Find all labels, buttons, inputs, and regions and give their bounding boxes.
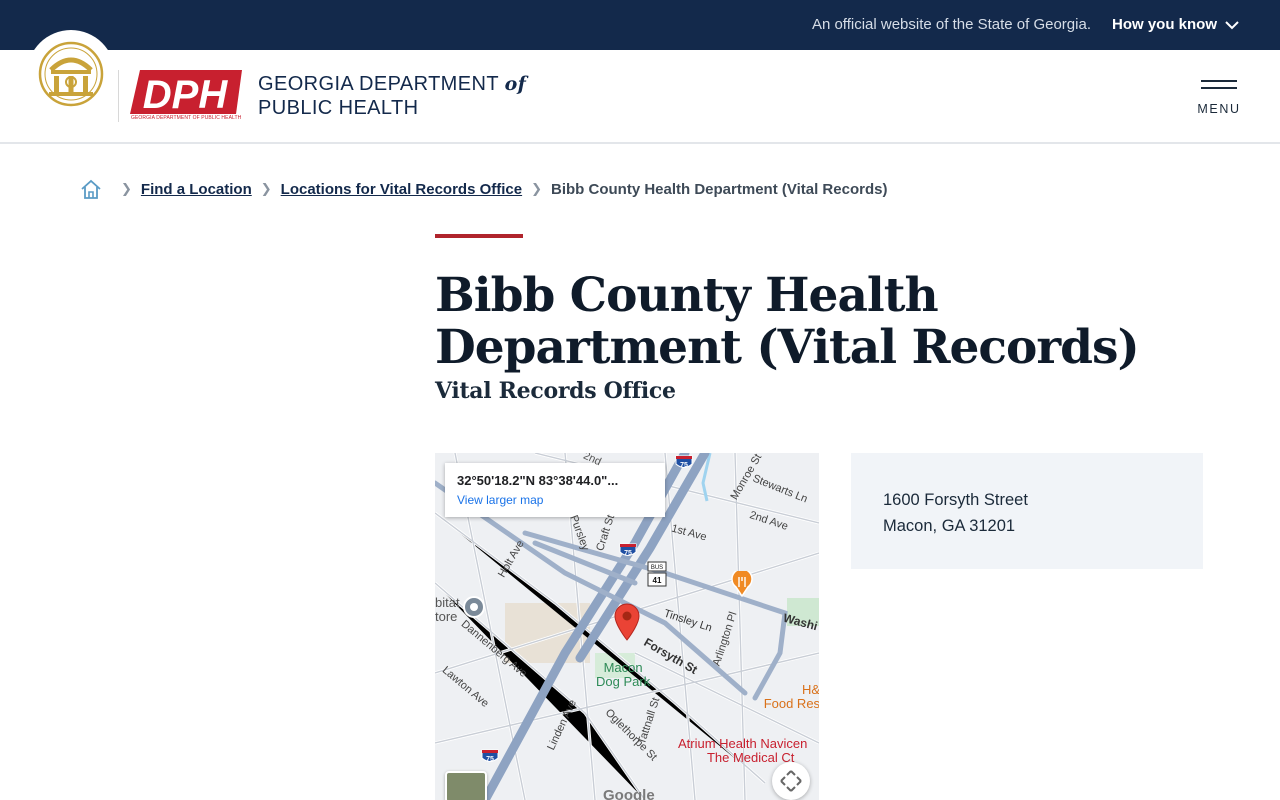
restaurant-marker-icon[interactable] bbox=[731, 571, 753, 597]
map-fullscreen-button[interactable] bbox=[772, 762, 810, 800]
menu-label: MENU bbox=[1197, 102, 1241, 116]
menu-button[interactable]: MENU bbox=[1196, 78, 1242, 122]
breadcrumb-current: Bibb County Health Department (Vital Rec… bbox=[551, 180, 888, 198]
title-accent-rule bbox=[435, 234, 523, 238]
i75-shield-label: 75 bbox=[486, 756, 494, 763]
place-label-atrium-health: Atrium Health Navicen The Medical Ct bbox=[678, 737, 807, 765]
i75-shield-icon: 75 bbox=[675, 455, 693, 469]
georgia-seal-logo[interactable] bbox=[27, 30, 115, 118]
place-label-line: H& bbox=[802, 682, 819, 697]
map-coordinates: 32°50'18.2"N 83°38'44.0"... bbox=[457, 473, 619, 488]
place-label-dog-park: Macon Dog Park bbox=[596, 661, 650, 689]
department-name-line2: PUBLIC HEALTH bbox=[258, 97, 419, 119]
map-info-card: 32°50'18.2"N 83°38'44.0"... View larger … bbox=[445, 463, 665, 517]
chevron-down-icon bbox=[1225, 20, 1239, 29]
page-title: Bibb County Health Department (Vital Rec… bbox=[435, 268, 1140, 375]
place-label-line: Atrium Health Navicen bbox=[678, 736, 808, 751]
dph-logo[interactable]: DPH GEORGIA DEPARTMENT OF PUBLIC HEALTH bbox=[130, 70, 242, 122]
hamburger-icon bbox=[1201, 80, 1237, 82]
official-site-banner: An official website of the State of Geor… bbox=[0, 0, 1280, 50]
store-marker-icon[interactable] bbox=[463, 596, 485, 622]
dph-logo-subtext: GEORGIA DEPARTMENT OF PUBLIC HEALTH bbox=[131, 115, 242, 121]
address-street: 1600 Forsyth Street bbox=[883, 491, 1028, 509]
location-pin-icon[interactable] bbox=[614, 603, 640, 641]
place-label-habitat-store: bitat tore bbox=[435, 596, 460, 624]
how-you-know-label: How you know bbox=[1112, 16, 1217, 33]
logo-divider bbox=[118, 70, 119, 122]
expand-arrows-icon bbox=[780, 770, 802, 792]
place-label-food: H& Food Res bbox=[760, 683, 819, 711]
place-label-line: bitat bbox=[435, 595, 460, 610]
address-card: 1600 Forsyth Street Macon, GA 31201 bbox=[851, 453, 1203, 569]
breadcrumb: ❯ Find a Location ❯ Locations for Vital … bbox=[80, 178, 887, 200]
home-icon[interactable] bbox=[80, 178, 102, 200]
place-label-line: Macon bbox=[603, 660, 643, 675]
how-you-know-toggle[interactable]: How you know bbox=[1112, 16, 1239, 33]
us41-business-shield-icon: BUS 41 bbox=[647, 561, 667, 587]
i75-shield-icon: 75 bbox=[481, 749, 499, 763]
dph-logo-text: DPH bbox=[143, 73, 229, 114]
bus-label: BUS bbox=[651, 565, 663, 571]
department-name-of: of bbox=[504, 73, 527, 95]
breadcrumb-find-a-location[interactable]: Find a Location bbox=[141, 181, 252, 198]
official-site-text: An official website of the State of Geor… bbox=[811, 16, 1091, 33]
us41-label: 41 bbox=[653, 576, 662, 585]
i75-shield-label: 75 bbox=[624, 550, 632, 557]
place-label-line: Food Res bbox=[763, 696, 819, 711]
google-attribution: Google bbox=[603, 787, 655, 800]
dph-logo-mark: DPH bbox=[130, 70, 242, 114]
view-larger-map-link[interactable]: View larger map bbox=[457, 493, 653, 507]
chevron-right-icon: ❯ bbox=[121, 181, 132, 196]
chevron-right-icon: ❯ bbox=[260, 181, 272, 196]
hamburger-icon-bar bbox=[1201, 87, 1237, 89]
georgia-seal-icon bbox=[38, 41, 104, 107]
address-city-state-zip: Macon, GA 31201 bbox=[883, 517, 1016, 535]
i75-shield-icon: 75 bbox=[619, 543, 637, 557]
site-header: DPH GEORGIA DEPARTMENT OF PUBLIC HEALTH … bbox=[0, 30, 1280, 144]
satellite-toggle[interactable] bbox=[445, 771, 487, 800]
i75-shield-label: 75 bbox=[680, 462, 688, 469]
department-name[interactable]: GEORGIA DEPARTMENT of PUBLIC HEALTH bbox=[258, 72, 526, 120]
place-label-line: tore bbox=[435, 609, 458, 624]
page-subtitle: Vital Records Office bbox=[435, 378, 676, 404]
location-map[interactable]: 32°50'18.2"N 83°38'44.0"... View larger … bbox=[435, 453, 819, 800]
place-label-line: Dog Park bbox=[596, 674, 651, 689]
chevron-right-icon: ❯ bbox=[531, 181, 543, 196]
department-name-line1: GEORGIA DEPARTMENT bbox=[258, 73, 499, 95]
breadcrumb-vital-records-locations[interactable]: Locations for Vital Records Office bbox=[281, 181, 522, 198]
